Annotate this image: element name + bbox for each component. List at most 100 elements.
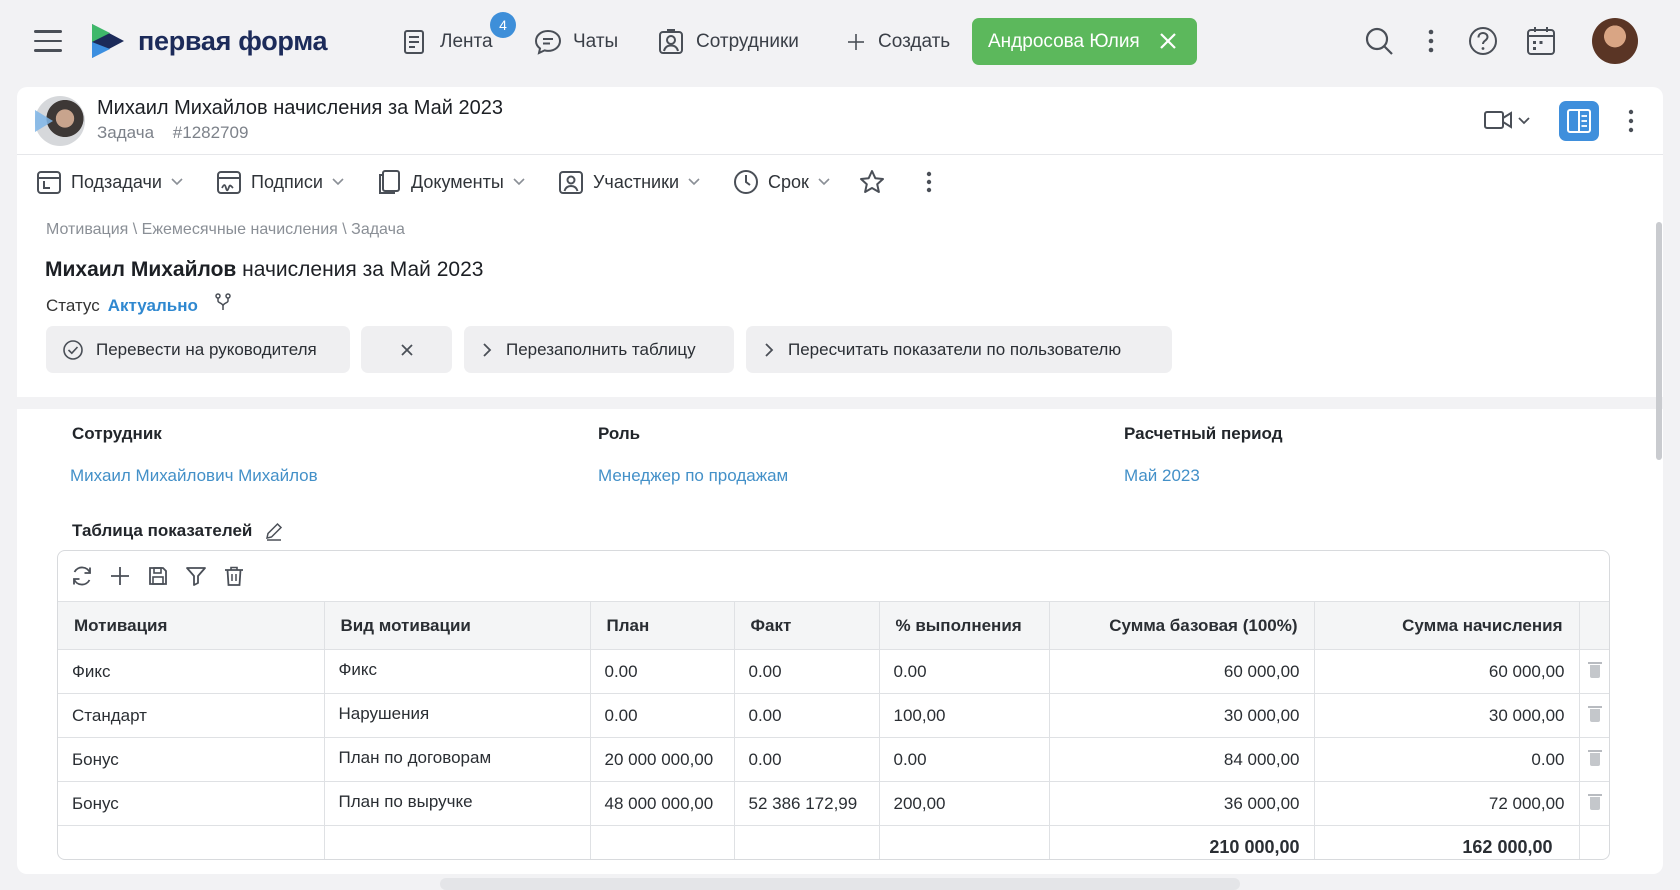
check-circle-icon xyxy=(63,339,83,360)
period-field-value[interactable]: Май 2023 xyxy=(1124,466,1200,486)
cell-fact[interactable]: 52 386 172,99 xyxy=(734,781,880,826)
help-icon[interactable] xyxy=(1466,24,1500,58)
workflow-icon[interactable] xyxy=(214,292,232,312)
delete-icon[interactable] xyxy=(222,564,246,588)
task-number[interactable]: #1282709 xyxy=(173,123,249,142)
table-row[interactable]: Стандарт Нарушения 0.00 0.00 100,00 30 0… xyxy=(58,693,1609,738)
edit-icon[interactable] xyxy=(264,521,284,541)
task-title: Михаил Михайлов начисления за Май 2023 xyxy=(97,97,504,119)
star-icon xyxy=(860,170,884,193)
cell-accrual-sum[interactable]: 30 000,00 xyxy=(1314,693,1580,738)
toolbar-documents-label: Документы xyxy=(411,171,504,192)
employee-field-value[interactable]: Михаил Михайлович Михайлов xyxy=(70,466,318,486)
column-header[interactable]: Факт xyxy=(734,601,880,650)
row-delete[interactable] xyxy=(1579,693,1609,738)
status-value[interactable]: Актуально xyxy=(108,296,198,316)
row-delete[interactable] xyxy=(1579,737,1609,782)
save-icon[interactable] xyxy=(146,564,170,588)
cell-motivation[interactable]: Фикс xyxy=(58,649,325,694)
trash-icon[interactable] xyxy=(1588,704,1603,722)
user-chip-name: Андросова Юлия xyxy=(988,30,1140,52)
user-avatar[interactable] xyxy=(1592,18,1638,64)
close-icon[interactable] xyxy=(1155,28,1181,54)
refill-table-button[interactable]: Перезаполнить таблицу xyxy=(464,326,734,373)
column-header[interactable]: Вид мотивации xyxy=(324,601,591,650)
recalculate-indicators-button[interactable]: Пересчитать показатели по пользователю xyxy=(746,326,1172,373)
row-delete[interactable] xyxy=(1579,781,1609,826)
table-row[interactable]: Бонус План по договорам 20 000 000,00 0.… xyxy=(58,737,1609,782)
table-row[interactable]: Бонус План по выручке 48 000 000,00 52 3… xyxy=(58,781,1609,826)
vertical-scrollbar[interactable] xyxy=(1656,222,1662,460)
filter-icon[interactable] xyxy=(184,564,208,588)
side-panel-toggle[interactable] xyxy=(1559,101,1599,141)
cell-motivation[interactable]: Стандарт xyxy=(58,693,325,738)
total-empty-cell xyxy=(58,825,325,859)
role-field-value[interactable]: Менеджер по продажам xyxy=(598,466,788,486)
column-header[interactable]: Мотивация xyxy=(58,601,325,650)
cell-base-sum[interactable]: 84 000,00 xyxy=(1049,737,1315,782)
cell-motivation[interactable]: Бонус xyxy=(58,781,325,826)
cell-plan[interactable]: 48 000 000,00 xyxy=(590,781,735,826)
trash-icon[interactable] xyxy=(1588,660,1603,678)
nav-chats[interactable]: Чаты xyxy=(533,24,618,60)
cell-accrual-sum[interactable]: 72 000,00 xyxy=(1314,781,1580,826)
column-header[interactable]: Сумма базовая (100%) xyxy=(1049,601,1315,650)
nav-feed[interactable]: Лента 4 xyxy=(400,12,516,60)
nav-employees[interactable]: Сотрудники xyxy=(656,24,799,60)
cell-motivation[interactable]: Бонус xyxy=(58,737,325,782)
column-header[interactable]: % выполнения xyxy=(879,601,1050,650)
user-chip[interactable]: Андросова Юлия xyxy=(972,18,1197,65)
cell-completion[interactable]: 100,00 xyxy=(879,693,1050,738)
trash-icon[interactable] xyxy=(1588,792,1603,810)
trash-icon[interactable] xyxy=(1588,748,1603,766)
cell-motivation-type[interactable]: Нарушения xyxy=(324,693,591,738)
toolbar-favorite[interactable] xyxy=(858,165,886,199)
nav-feed-label: Лента xyxy=(440,31,493,52)
search-icon[interactable] xyxy=(1362,24,1396,58)
cell-base-sum[interactable]: 36 000,00 xyxy=(1049,781,1315,826)
menu-icon[interactable] xyxy=(34,30,62,52)
calendar-icon[interactable] xyxy=(1524,24,1558,58)
row-delete[interactable] xyxy=(1579,649,1609,694)
transfer-to-manager-button[interactable]: Перевести на руководителя xyxy=(46,326,350,373)
cell-fact[interactable]: 0.00 xyxy=(734,649,880,694)
toolbar-signatures[interactable]: Подписи xyxy=(215,165,345,199)
cell-plan[interactable]: 20 000 000,00 xyxy=(590,737,735,782)
toolbar-deadline[interactable]: Срок xyxy=(732,165,831,199)
cell-plan[interactable]: 0.00 xyxy=(590,649,735,694)
more-vertical-icon[interactable] xyxy=(1621,105,1641,137)
cell-fact[interactable]: 0.00 xyxy=(734,737,880,782)
chevron-down-icon[interactable] xyxy=(1517,115,1531,127)
cell-completion[interactable]: 0.00 xyxy=(879,737,1050,782)
cell-motivation-type[interactable]: План по выручке xyxy=(324,781,591,826)
reject-button[interactable] xyxy=(361,326,452,373)
cell-motivation-type[interactable]: Фикс xyxy=(324,649,591,694)
cell-completion[interactable]: 200,00 xyxy=(879,781,1050,826)
cell-completion[interactable]: 0.00 xyxy=(879,649,1050,694)
toolbar-subtasks[interactable]: Подзадачи xyxy=(35,165,184,199)
toolbar-documents[interactable]: Документы xyxy=(375,165,526,199)
column-header[interactable]: План xyxy=(590,601,735,650)
brand-logo[interactable]: первая форма xyxy=(90,22,328,60)
column-header-actions xyxy=(1579,601,1609,650)
refill-table-label: Перезаполнить таблицу xyxy=(506,339,696,359)
cell-base-sum[interactable]: 60 000,00 xyxy=(1049,649,1315,694)
column-header[interactable]: Сумма начисления xyxy=(1314,601,1580,650)
cell-accrual-sum[interactable]: 60 000,00 xyxy=(1314,649,1580,694)
task-type: Задача xyxy=(97,123,155,142)
task-author-avatar[interactable] xyxy=(35,96,85,146)
cell-plan[interactable]: 0.00 xyxy=(590,693,735,738)
toolbar-participants[interactable]: Участники xyxy=(557,165,701,199)
refresh-icon[interactable] xyxy=(70,564,94,588)
toolbar-more[interactable] xyxy=(915,165,943,199)
cell-fact[interactable]: 0.00 xyxy=(734,693,880,738)
table-row[interactable]: Фикс Фикс 0.00 0.00 0.00 60 000,00 60 00… xyxy=(58,649,1609,694)
more-vertical-icon[interactable] xyxy=(1414,24,1448,58)
breadcrumb[interactable]: Мотивация \ Ежемесячные начисления \ Зад… xyxy=(46,221,405,239)
cell-base-sum[interactable]: 30 000,00 xyxy=(1049,693,1315,738)
add-row-icon[interactable] xyxy=(108,564,132,588)
video-call-icon[interactable] xyxy=(1483,107,1513,133)
cell-accrual-sum[interactable]: 0.00 xyxy=(1314,737,1580,782)
cell-motivation-type[interactable]: План по договорам xyxy=(324,737,591,782)
nav-create[interactable]: Создать xyxy=(844,24,950,60)
